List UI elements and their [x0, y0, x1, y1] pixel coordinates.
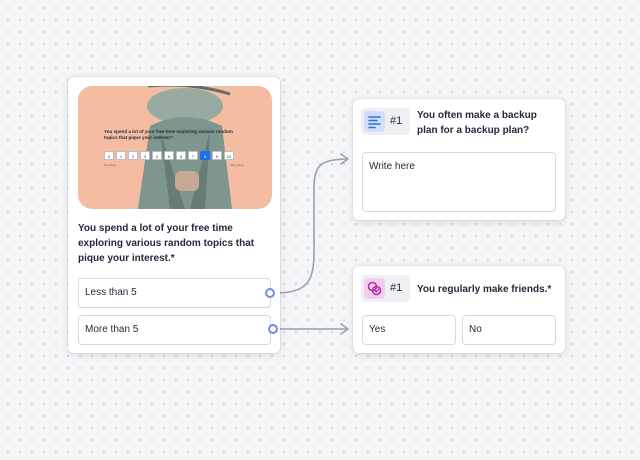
friends-card[interactable]: #1 You regularly make friends.* Yes No [353, 266, 565, 353]
cover-question-text: You spend a lot of your free time explor… [104, 129, 233, 140]
scale-option-selected: 8 [200, 151, 210, 160]
scale-option: 7 [188, 151, 198, 160]
scale-option: 3 [140, 151, 150, 160]
answer-textarea[interactable]: Write here [362, 152, 556, 212]
backup-plan-card[interactable]: #1 You often make a backup plan for a ba… [353, 99, 565, 220]
text-lines-icon [364, 111, 385, 132]
scale-high-label: Very likely [230, 163, 244, 167]
scale-option: 10 [224, 151, 234, 160]
scale-option: 2 [128, 151, 138, 160]
scale-option: 0 [104, 151, 114, 160]
option-no[interactable]: No [462, 315, 556, 345]
question-card[interactable]: You spend a lot of your free time explor… [68, 77, 280, 353]
opinion-scale: 0 1 2 3 4 5 6 7 8 9 10 [104, 151, 234, 160]
scale-option: 1 [116, 151, 126, 160]
scale-option: 9 [212, 151, 222, 160]
question-badge: #1 [361, 275, 410, 302]
option-yes[interactable]: Yes [362, 315, 456, 345]
connector-choice-1-to-backup [275, 158, 347, 294]
question-title: You regularly make friends.* [417, 284, 552, 295]
scale-option: 6 [176, 151, 186, 160]
person-illustration [138, 86, 232, 209]
choice-1-connector-port[interactable] [265, 288, 275, 298]
scale-option: 4 [152, 151, 162, 160]
cover-image: You spend a lot of your free time explor… [78, 86, 272, 209]
question-number: #1 [390, 115, 403, 127]
question-title: You often make a backup plan for a backu… [417, 110, 537, 136]
scale-low-label: Not likely [104, 163, 117, 167]
question-text: You spend a lot of your free time explor… [78, 223, 255, 264]
question-number: #1 [390, 282, 403, 294]
scale-option: 5 [164, 151, 174, 160]
choice-option-1[interactable]: Less than 5 [78, 278, 271, 308]
scale-captions: Not likely Very likely [104, 163, 244, 167]
choice-option-2[interactable]: More than 5 [78, 315, 271, 345]
question-badge: #1 [361, 108, 410, 135]
multiple-choice-icon [364, 278, 385, 299]
choice-2-connector-port[interactable] [268, 324, 278, 334]
